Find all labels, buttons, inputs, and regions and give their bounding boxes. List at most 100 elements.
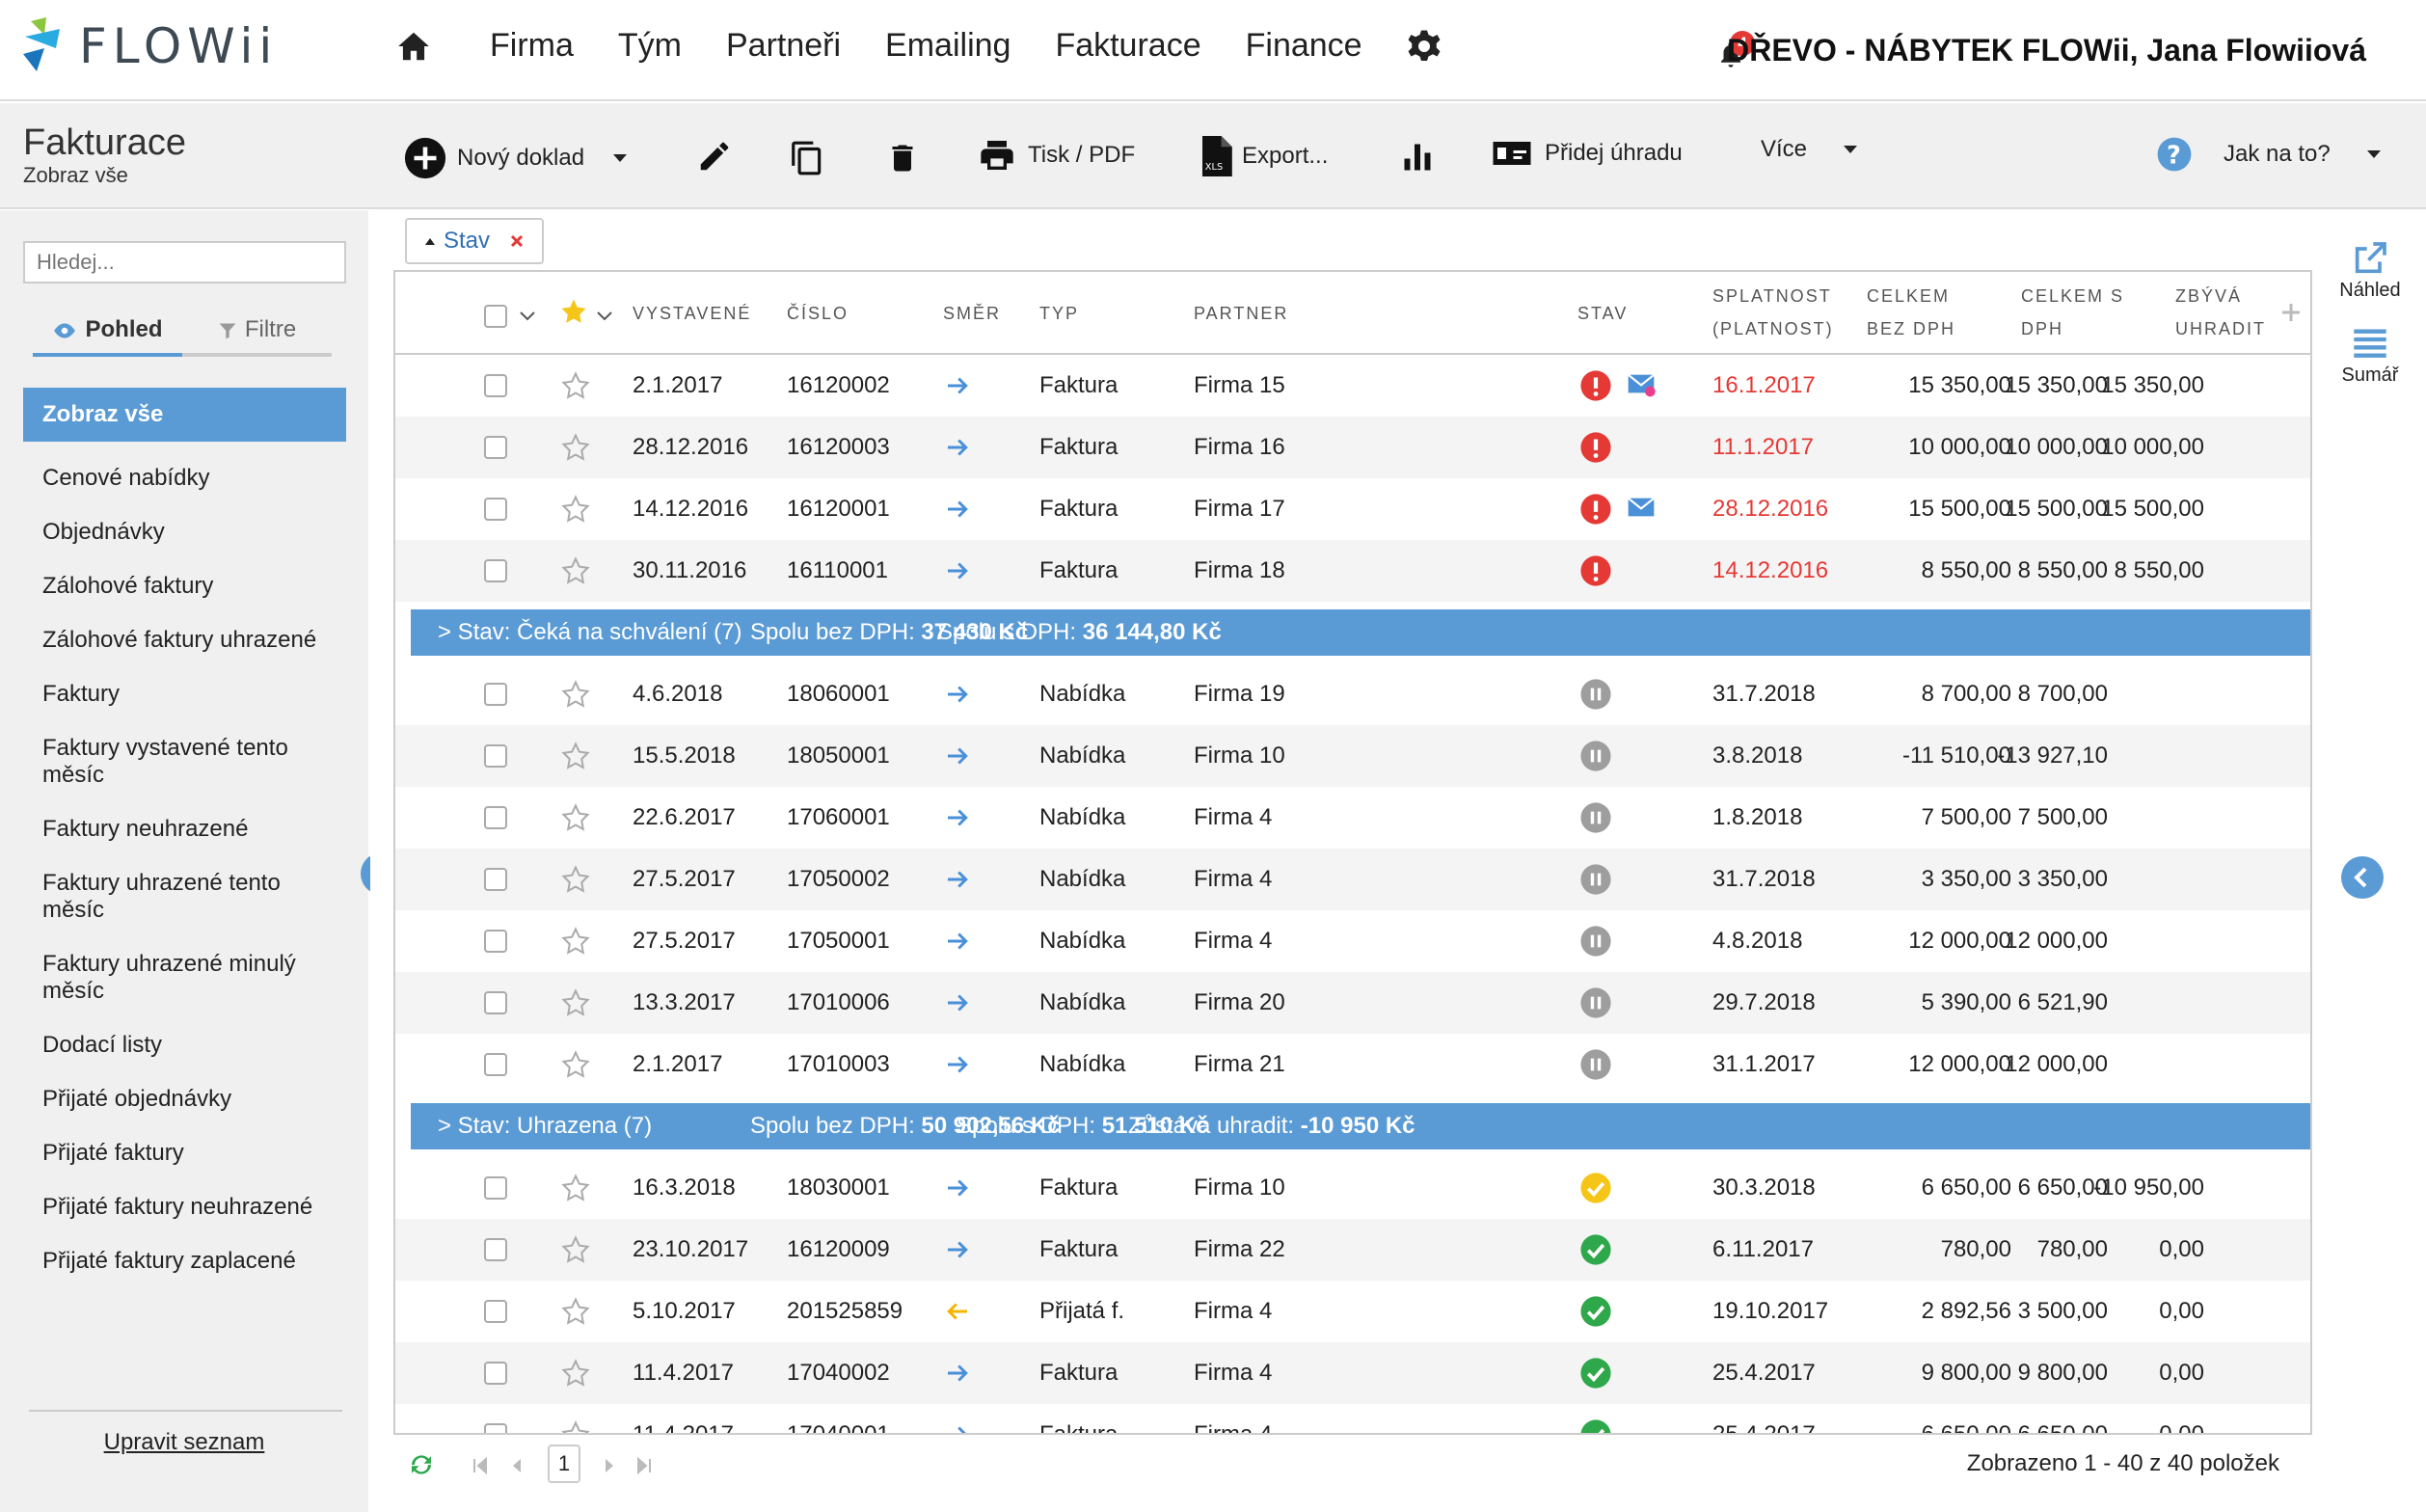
export-button[interactable]: XLS Export... [1200,136,1328,176]
table-row[interactable]: 4.6.2018 18060001 Nabídka Firma 19 31.7.2018… [395,663,2310,725]
table-row[interactable]: 23.10.2017 16120009 Faktura Firma 22 6.11.20… [395,1219,2310,1281]
summary-label[interactable]: Sumář [2314,364,2426,387]
sidebar-item[interactable]: Zálohové faktury uhrazené [23,613,346,667]
close-icon[interactable] [509,233,525,249]
sidebar-item[interactable]: Přijaté faktury [23,1126,346,1180]
row-checkbox[interactable] [484,930,507,953]
star-icon[interactable] [559,297,588,326]
edit-icon[interactable] [696,138,733,175]
table-row[interactable]: 28.12.2016 16120003 Faktura Firma 16 11.1.20… [395,417,2310,478]
table-row[interactable]: 30.11.2016 16110001 Faktura Firma 18 14.12.2… [395,540,2310,602]
chevron-down-icon[interactable] [519,310,536,322]
row-checkbox[interactable] [484,436,507,459]
star-icon[interactable] [561,556,590,585]
col-due[interactable]: SPLATNOST [1712,280,1832,312]
sidebar-item[interactable]: Faktury [23,667,346,721]
row-checkbox[interactable] [484,1176,507,1200]
sidebar-item[interactable]: Přijaté objednávky [23,1072,346,1126]
sidebar-item[interactable]: Dodací listy [23,1018,346,1072]
row-checkbox[interactable] [484,683,507,706]
row-checkbox[interactable] [484,991,507,1014]
nav-firma[interactable]: Firma [490,27,574,65]
star-icon[interactable] [561,1420,590,1435]
col-net[interactable]: CELKEM [1867,280,1950,312]
col-type[interactable]: TYP [1039,297,1079,330]
nav-fakturace[interactable]: Fakturace [1055,27,1200,65]
nav-finance[interactable]: Finance [1246,27,1362,65]
col-partner[interactable]: PARTNER [1194,297,1288,330]
col-gross[interactable]: CELKEM S [2021,280,2124,312]
search-input[interactable] [23,241,346,284]
row-checkbox[interactable] [484,1362,507,1385]
sidebar-item-show-all[interactable]: Zobraz vše [23,388,346,442]
col-issued[interactable]: VYSTAVENÉ [633,297,751,330]
star-icon[interactable] [561,1359,590,1388]
table-row[interactable]: 2.1.2017 17010003 Nabídka Firma 21 31.1.2017… [395,1034,2310,1095]
add-column-icon[interactable] [2279,301,2303,324]
sidebar-item[interactable]: Zálohové faktury [23,559,346,613]
nav-emailing[interactable]: Emailing [885,27,1011,65]
star-icon[interactable] [561,742,590,770]
trash-icon[interactable] [885,138,920,178]
table-row[interactable]: 2.1.2017 16120002 Faktura Firma 15 16.1.2017… [395,355,2310,417]
table-row[interactable]: 11.4.2017 17040002 Faktura Firma 4 25.4.2017… [395,1342,2310,1404]
edit-list-link[interactable]: Upravit seznam [0,1429,368,1456]
table-row[interactable]: 5.10.2017 201525859 Přijatá f. Firma 4 19.10… [395,1281,2310,1342]
select-all-checkbox[interactable] [484,305,507,328]
table-row[interactable]: 22.6.2017 17060001 Nabídka Firma 4 1.8.2018 7… [395,787,2310,849]
row-checkbox[interactable] [484,1238,507,1261]
add-payment-button[interactable]: Přidej úhradu [1489,136,1683,171]
star-icon[interactable] [561,433,590,462]
star-icon[interactable] [561,1235,590,1264]
sidebar-item[interactable]: Přijaté faktury zaplacené [23,1234,346,1288]
group-header[interactable]: > Stav: Uhrazena (7) Spolu bez DPH: 50 90… [411,1103,2310,1149]
previous-page-icon[interactable] [507,1456,526,1475]
row-checkbox[interactable] [484,1300,507,1323]
sidebar-item[interactable]: Faktury neuhrazené [23,802,346,856]
list-icon[interactable] [2351,328,2389,361]
col-direction[interactable]: SMĚR [943,297,1001,330]
star-icon[interactable] [561,1050,590,1079]
nav-partneri[interactable]: Partneři [726,27,841,65]
star-icon[interactable] [561,803,590,832]
more-button[interactable]: Více [1761,136,1869,163]
star-icon[interactable] [561,371,590,400]
star-icon[interactable] [561,1297,590,1326]
new-document-button[interactable]: Nový doklad [403,136,638,180]
sidebar-item[interactable]: Faktury uhrazené minulý měsíc [23,937,346,1018]
sidebar-item[interactable]: Cenové nabídky [23,451,346,505]
row-checkbox[interactable] [484,806,507,829]
next-page-icon[interactable] [600,1456,619,1475]
col-remain[interactable]: ZBÝVÁ [2175,280,2242,312]
caret-down-icon[interactable] [611,152,629,164]
row-checkbox[interactable] [484,1423,507,1433]
row-checkbox[interactable] [484,1053,507,1076]
sidebar-item[interactable]: Objednávky [23,505,346,559]
external-link-icon[interactable] [2349,239,2391,278]
row-checkbox[interactable] [484,868,507,891]
current-page[interactable]: 1 [548,1444,580,1483]
table-row[interactable]: 14.12.2016 16120001 Faktura Firma 17 28.12.2… [395,478,2310,540]
first-page-icon[interactable] [471,1456,490,1475]
status-filter-chip[interactable]: Stav [405,218,545,264]
chevron-down-icon[interactable] [596,310,613,322]
star-icon[interactable] [561,988,590,1017]
tab-filter[interactable]: Filtre [182,316,332,357]
home-icon[interactable] [395,28,432,65]
star-icon[interactable] [561,1174,590,1202]
table-row[interactable]: 27.5.2017 17050002 Nabídka Firma 4 31.7.2018… [395,849,2310,910]
logo[interactable]: FLOWii [21,15,278,77]
sidebar-item[interactable]: Faktury vystavené tento měsíc [23,721,346,802]
bar-chart-icon[interactable] [1400,140,1435,175]
sidebar-item[interactable]: Přijaté faktury neuhrazené [23,1180,346,1234]
sidebar-item[interactable]: Faktury uhrazené tento měsíc [23,856,346,937]
star-icon[interactable] [561,927,590,956]
gear-icon[interactable] [1407,29,1442,64]
copy-icon[interactable] [789,138,825,178]
row-checkbox[interactable] [484,374,507,397]
col-number[interactable]: ČÍSLO [787,297,849,330]
table-row[interactable]: 27.5.2017 17050001 Nabídka Firma 4 4.8.2018 1… [395,910,2310,972]
nav-tym[interactable]: Tým [618,27,682,65]
print-pdf-button[interactable]: Tisk / PDF [976,136,1135,175]
group-header[interactable]: > Stav: Čeká na schválení (7) Spolu bez D… [411,609,2310,656]
